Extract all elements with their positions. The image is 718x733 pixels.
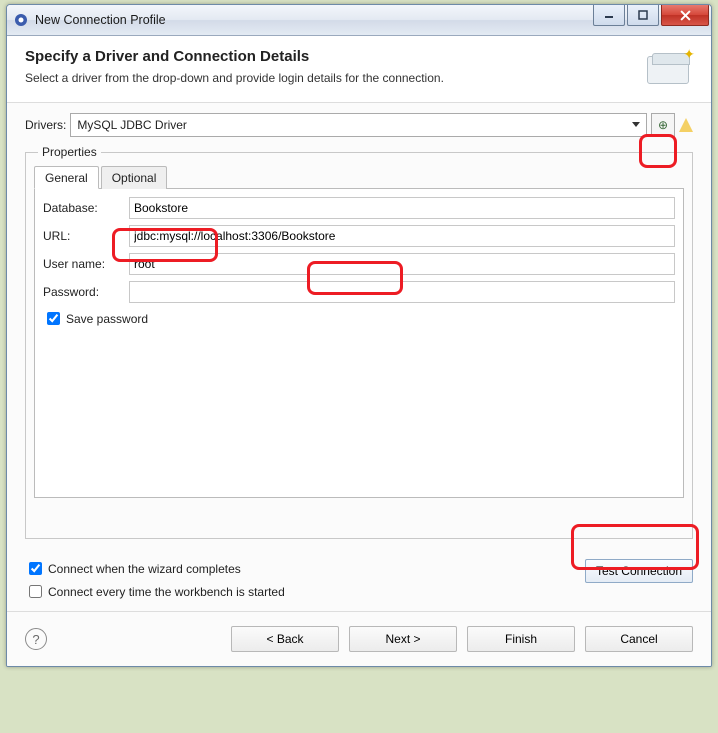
minimize-button[interactable] bbox=[593, 5, 625, 26]
bottom-options: Connect when the wizard completes Connec… bbox=[25, 559, 693, 605]
connect-on-start-checkbox[interactable] bbox=[29, 585, 42, 598]
maximize-button[interactable] bbox=[627, 5, 659, 26]
new-driver-icon: ⊕ bbox=[658, 118, 668, 132]
titlebar: New Connection Profile bbox=[7, 5, 711, 36]
url-label: URL: bbox=[43, 229, 129, 243]
window-title: New Connection Profile bbox=[35, 13, 593, 27]
test-connection-button[interactable]: Test Connection bbox=[585, 559, 693, 583]
drivers-selected: MySQL JDBC Driver bbox=[77, 118, 187, 132]
next-button[interactable]: Next > bbox=[349, 626, 457, 652]
database-label: Database: bbox=[43, 201, 129, 215]
footer: ? < Back Next > Finish Cancel bbox=[7, 611, 711, 666]
page-description: Select a driver from the drop-down and p… bbox=[25, 71, 635, 85]
username-label: User name: bbox=[43, 257, 129, 271]
url-input[interactable] bbox=[129, 225, 675, 247]
connect-on-start-label: Connect every time the workbench is star… bbox=[48, 585, 285, 599]
app-icon bbox=[13, 12, 29, 28]
save-password-checkbox[interactable] bbox=[47, 312, 60, 325]
finish-button[interactable]: Finish bbox=[467, 626, 575, 652]
save-password-row: Save password bbox=[43, 309, 675, 328]
password-row: Password: bbox=[43, 281, 675, 303]
password-input[interactable] bbox=[129, 281, 675, 303]
window-buttons bbox=[593, 5, 711, 25]
warning-icon bbox=[679, 118, 693, 132]
wizard-icon: ✦ bbox=[645, 48, 693, 88]
tabs: General Optional bbox=[34, 165, 684, 189]
page-title: Specify a Driver and Connection Details bbox=[25, 48, 635, 65]
drivers-label: Drivers: bbox=[25, 118, 66, 132]
properties-legend: Properties bbox=[38, 145, 101, 159]
drivers-dropdown[interactable]: MySQL JDBC Driver bbox=[70, 113, 647, 137]
content: Drivers: MySQL JDBC Driver ⊕ Properties … bbox=[7, 103, 711, 611]
back-button[interactable]: < Back bbox=[231, 626, 339, 652]
header-panel: Specify a Driver and Connection Details … bbox=[7, 36, 711, 103]
new-driver-button[interactable]: ⊕ bbox=[651, 113, 675, 137]
database-input[interactable] bbox=[129, 197, 675, 219]
username-row: User name: bbox=[43, 253, 675, 275]
connect-on-finish-checkbox[interactable] bbox=[29, 562, 42, 575]
database-row: Database: bbox=[43, 197, 675, 219]
tab-optional[interactable]: Optional bbox=[101, 166, 168, 189]
tab-body-general: Database: URL: User name: Password: bbox=[34, 189, 684, 498]
drivers-row: Drivers: MySQL JDBC Driver ⊕ bbox=[25, 113, 693, 137]
connect-on-finish-row: Connect when the wizard completes bbox=[25, 559, 585, 578]
dialog-window: New Connection Profile Specify a Driver … bbox=[6, 4, 712, 667]
url-row: URL: bbox=[43, 225, 675, 247]
save-password-label: Save password bbox=[66, 312, 148, 326]
dialog-body: Specify a Driver and Connection Details … bbox=[7, 36, 711, 666]
help-icon[interactable]: ? bbox=[25, 628, 47, 650]
connect-on-finish-label: Connect when the wizard completes bbox=[48, 562, 241, 576]
cancel-button[interactable]: Cancel bbox=[585, 626, 693, 652]
connect-on-start-row: Connect every time the workbench is star… bbox=[25, 582, 585, 601]
properties-group: Properties General Optional Database: UR… bbox=[25, 145, 693, 539]
tab-general[interactable]: General bbox=[34, 166, 99, 189]
password-label: Password: bbox=[43, 285, 129, 299]
username-input[interactable] bbox=[129, 253, 675, 275]
close-button[interactable] bbox=[661, 5, 709, 26]
